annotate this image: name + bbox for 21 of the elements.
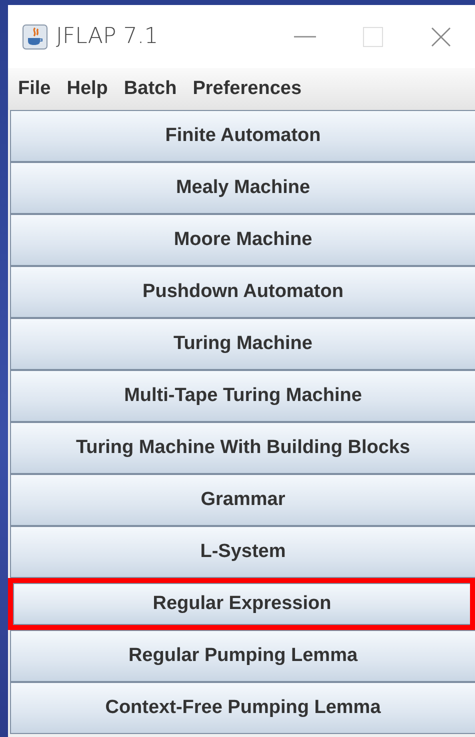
menu-item[interactable]: Batch [116,78,185,100]
editor-button[interactable]: Regular Pumping Lemma [10,630,475,682]
editor-button[interactable]: Mealy Machine [10,162,475,214]
menu-item[interactable]: File [10,78,59,100]
editor-button[interactable]: Context-Free Pumping Lemma [10,682,475,734]
editor-button[interactable]: Turing Machine With Building Blocks [10,422,475,474]
editor-button[interactable]: L-System [10,526,475,578]
editor-button[interactable]: Turing Machine [10,318,475,370]
editor-button[interactable]: Grammar [10,474,475,526]
coffee-cup-icon [22,24,48,50]
minimize-icon [294,36,316,38]
editor-button[interactable]: Moore Machine [10,214,475,266]
menu-item[interactable]: Preferences [184,78,310,100]
menu-item[interactable]: Help [58,78,116,100]
window-title: JFLAP 7.1 [56,24,158,49]
editor-button[interactable]: Regular Expression [13,583,470,625]
close-icon [431,26,451,46]
editor-button[interactable]: Pushdown Automaton [10,266,475,318]
maximize-icon [363,26,383,46]
editor-button[interactable]: Multi-Tape Turing Machine [10,370,475,422]
editor-button[interactable]: Finite Automaton [10,110,475,162]
